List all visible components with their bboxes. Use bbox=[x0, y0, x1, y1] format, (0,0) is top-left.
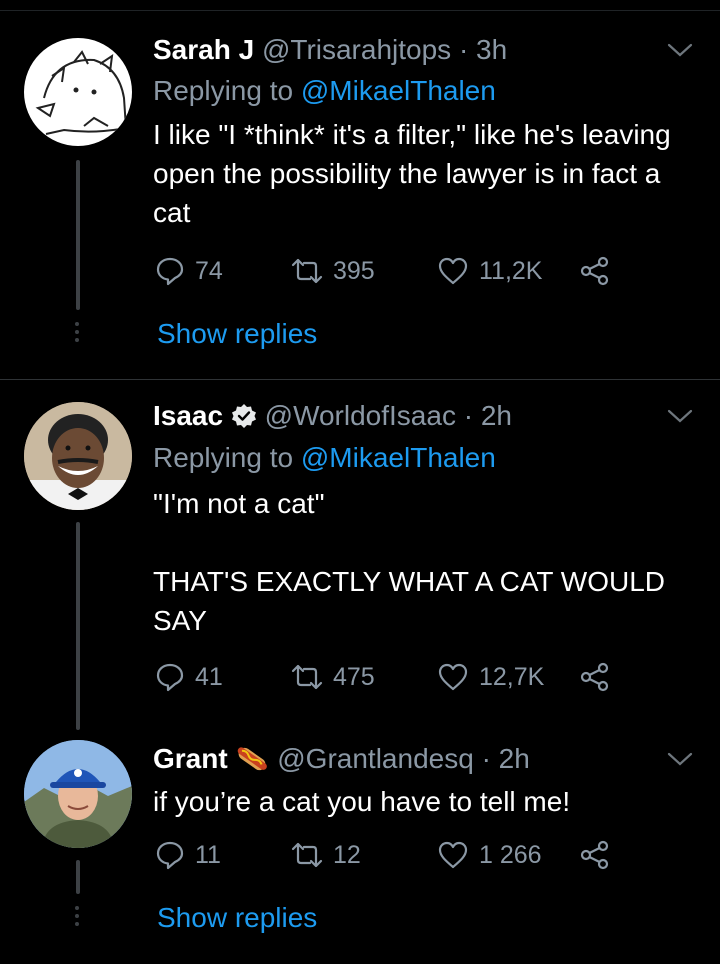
share-button[interactable] bbox=[579, 254, 611, 288]
reply-bubble-icon bbox=[156, 257, 184, 286]
display-name[interactable]: Isaac bbox=[153, 400, 223, 431]
reply-button[interactable]: 74 bbox=[155, 254, 223, 288]
avatar[interactable] bbox=[24, 402, 132, 510]
reply-bubble-icon bbox=[156, 663, 184, 692]
retweet-count: 395 bbox=[333, 256, 375, 285]
reply-button[interactable]: 11 bbox=[155, 838, 221, 872]
thread-line bbox=[76, 160, 80, 310]
mention-link[interactable]: @MikaelThalen bbox=[301, 75, 496, 106]
timestamp[interactable]: · 2h bbox=[482, 743, 530, 774]
replying-to-label: Replying to bbox=[153, 442, 294, 473]
share-button[interactable] bbox=[579, 838, 611, 872]
reply-count: 11 bbox=[195, 840, 221, 869]
profile-photo bbox=[24, 740, 132, 848]
display-name[interactable]: Grant bbox=[153, 743, 228, 774]
retweet-button[interactable]: 475 bbox=[291, 660, 375, 694]
chevron-down-icon[interactable] bbox=[666, 406, 694, 426]
thread-dots bbox=[71, 322, 83, 346]
share-icon bbox=[580, 256, 609, 286]
tweet-actions: 11 12 1 266 bbox=[155, 838, 625, 872]
like-count: 12,7K bbox=[479, 662, 545, 691]
show-replies-link[interactable]: Show replies bbox=[157, 316, 317, 352]
retweet-icon bbox=[291, 664, 323, 690]
chevron-down-icon[interactable] bbox=[666, 40, 694, 60]
avatar[interactable] bbox=[24, 740, 132, 848]
verified-badge-icon bbox=[231, 404, 256, 428]
reply-button[interactable]: 41 bbox=[155, 660, 223, 694]
replying-to-label: Replying to bbox=[153, 75, 294, 106]
chevron-down-icon[interactable] bbox=[666, 749, 694, 769]
retweet-button[interactable]: 395 bbox=[291, 254, 375, 288]
like-count: 1 266 bbox=[479, 840, 542, 869]
user-handle[interactable]: @Grantlandesq bbox=[277, 743, 474, 774]
tweet-actions: 74 395 11,2K bbox=[155, 254, 625, 288]
replying-to: Replying to @MikaelThalen bbox=[153, 440, 496, 476]
share-icon bbox=[580, 840, 609, 870]
heart-icon bbox=[438, 841, 468, 869]
top-divider bbox=[0, 10, 720, 11]
like-button[interactable]: 11,2K bbox=[437, 254, 542, 288]
profile-photo bbox=[24, 402, 132, 510]
display-name[interactable]: Sarah J bbox=[153, 34, 254, 65]
replying-to: Replying to @MikaelThalen bbox=[153, 73, 496, 109]
share-button[interactable] bbox=[579, 660, 611, 694]
reply-count: 41 bbox=[195, 662, 223, 691]
triceratops-doodle-icon bbox=[35, 50, 128, 135]
timestamp[interactable]: · 3h bbox=[459, 34, 507, 65]
retweet-button[interactable]: 12 bbox=[291, 838, 361, 872]
retweet-icon bbox=[291, 842, 323, 868]
user-handle[interactable]: @Trisarahjtops bbox=[262, 34, 451, 65]
tweet-divider bbox=[0, 379, 720, 380]
like-button[interactable]: 1 266 bbox=[437, 838, 542, 872]
tweet-text: if you’re a cat you have to tell me! bbox=[153, 786, 571, 817]
tweet-text: "I'm not a cat" THAT'S EXACTLY WHAT A CA… bbox=[153, 488, 666, 636]
mention-link[interactable]: @MikaelThalen bbox=[301, 442, 496, 473]
tweet-text: I like "I *think* it's a filter," like h… bbox=[153, 119, 679, 228]
like-button[interactable]: 12,7K bbox=[437, 660, 544, 694]
heart-icon bbox=[438, 257, 468, 285]
thread-dots bbox=[71, 906, 83, 930]
avatar[interactable] bbox=[24, 38, 132, 146]
retweet-count: 12 bbox=[333, 840, 361, 869]
show-replies-link[interactable]: Show replies bbox=[157, 900, 317, 936]
user-handle[interactable]: @WorldofIsaac bbox=[265, 400, 456, 431]
retweet-icon bbox=[291, 258, 323, 284]
retweet-count: 475 bbox=[333, 662, 375, 691]
tweet-actions: 41 475 12,7K bbox=[155, 660, 625, 694]
timestamp[interactable]: · 2h bbox=[464, 400, 512, 431]
tweet-header: Isaac @WorldofIsaac · 2h bbox=[153, 398, 512, 434]
thread-line bbox=[76, 522, 80, 730]
heart-icon bbox=[438, 663, 468, 691]
like-count: 11,2K bbox=[479, 256, 543, 285]
reply-count: 74 bbox=[195, 256, 223, 285]
hot-dog-emoji bbox=[238, 747, 268, 771]
tweet-header: Sarah J @Trisarahjtops · 3h bbox=[153, 32, 507, 68]
reply-bubble-icon bbox=[156, 841, 184, 870]
share-icon bbox=[580, 662, 609, 692]
tweet-header: Grant @Grantlandesq · 2h bbox=[153, 741, 530, 777]
thread-line bbox=[76, 860, 80, 894]
